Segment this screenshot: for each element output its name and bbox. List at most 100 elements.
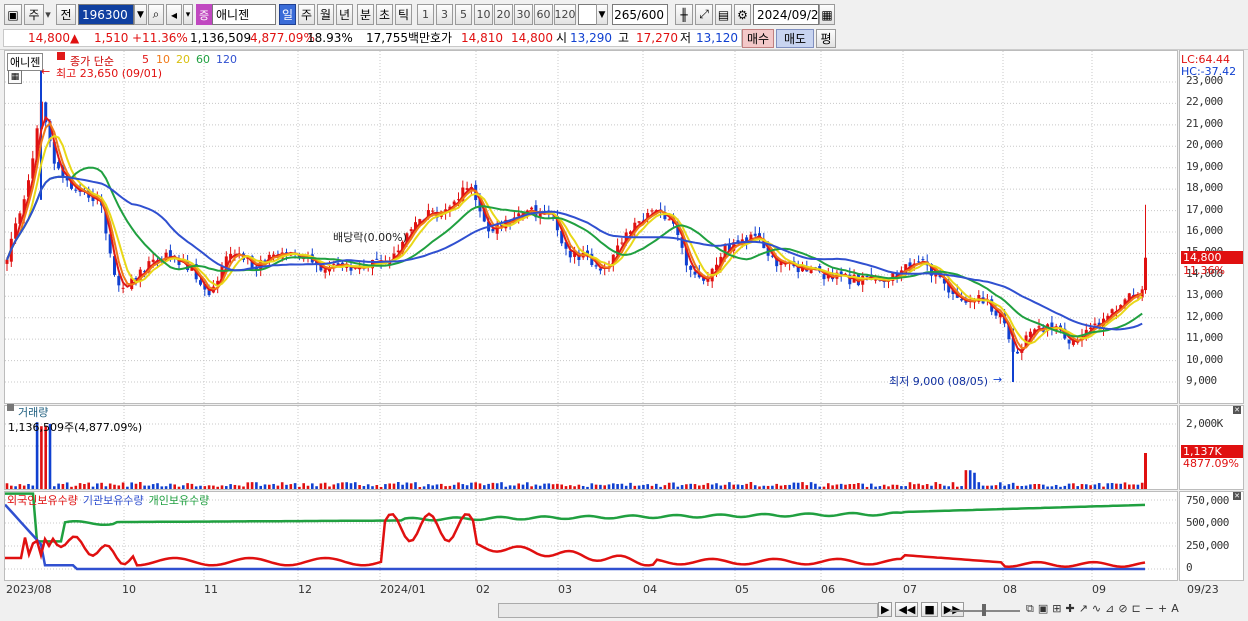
interval-60-button[interactable]: 60	[534, 4, 553, 25]
window-icon-small[interactable]: ⊞	[1052, 602, 1061, 616]
holdings-tick-0: 0	[1186, 561, 1193, 574]
volume-bar	[762, 485, 766, 489]
volume-bar	[1054, 484, 1058, 489]
market-all-button[interactable]: 전	[56, 4, 76, 25]
stock-code-input[interactable]: 196300	[78, 4, 134, 25]
volume-bar	[672, 482, 675, 489]
volume-bar	[336, 483, 340, 489]
chart-type-icon[interactable]: ╫	[675, 4, 693, 25]
volume-bar	[435, 484, 439, 489]
market-stock-button[interactable]: 주	[24, 4, 44, 25]
interval-3-button[interactable]: 3	[436, 4, 453, 25]
zoom-slider-handle[interactable]	[982, 604, 986, 616]
candle-body	[5, 259, 9, 264]
interval-5-button[interactable]: 5	[455, 4, 472, 25]
interval-dropdown-icon[interactable]: ▼	[596, 4, 608, 25]
volume-bar	[951, 482, 955, 489]
play-icon[interactable]: ▶	[878, 602, 893, 617]
date-input[interactable]: 2024/09/23	[753, 4, 826, 25]
dropdown-arrow-icon[interactable]: ▾	[44, 4, 52, 25]
volume-bar	[10, 485, 13, 489]
volume-bar	[422, 486, 426, 489]
volume-bar	[986, 485, 989, 489]
period-week-button[interactable]: 주	[298, 4, 315, 25]
x-label-05: 05	[735, 583, 749, 596]
bar-count-field[interactable]: 265/600	[612, 4, 668, 25]
volume-bar	[994, 485, 998, 489]
settings-gear-icon[interactable]: ⚙	[734, 4, 751, 25]
volume-bar	[78, 483, 82, 489]
period-minute-button[interactable]: 분	[357, 4, 374, 25]
volume-bar	[891, 484, 895, 489]
split-view-icon[interactable]: ⧉	[1026, 602, 1034, 616]
period-month-button[interactable]: 월	[317, 4, 334, 25]
pin-icon[interactable]: ⊏	[1132, 602, 1141, 616]
interval-30-button[interactable]: 30	[514, 4, 533, 25]
volume-bar	[1102, 486, 1105, 489]
volume-bar	[827, 483, 830, 489]
save-icon[interactable]: ▤	[715, 4, 732, 25]
rewind-icon[interactable]: ◀◀	[895, 602, 919, 617]
buy-button[interactable]: 매수	[742, 29, 774, 48]
trend-icon[interactable]: ↗	[1079, 602, 1088, 616]
stop-icon[interactable]: ■	[921, 602, 938, 617]
period-day-button[interactable]: 일	[279, 4, 296, 25]
code-dropdown-icon[interactable]: ▼	[134, 4, 147, 25]
volume-bar	[895, 484, 899, 489]
window-icon[interactable]: ▣	[4, 4, 22, 25]
volume-bar	[521, 484, 525, 489]
auto-scale-icon[interactable]: A	[1171, 602, 1179, 616]
search-icon[interactable]: ⌕	[148, 4, 164, 25]
drawing-tools-icon[interactable]: ⤢	[695, 4, 713, 25]
interval-1-button[interactable]: 1	[417, 4, 434, 25]
layout-icon[interactable]: ▣	[1038, 602, 1048, 616]
volume-bar	[1050, 486, 1054, 489]
link-icon[interactable]: ⊘	[1118, 602, 1127, 616]
volume-bar	[268, 484, 271, 489]
price-tick-label: 10,000	[1186, 352, 1223, 366]
cross-line-icon[interactable]: ✚	[1065, 602, 1074, 616]
volume-bar	[624, 485, 628, 489]
period-year-button[interactable]: 년	[336, 4, 353, 25]
volume-pane-close-icon[interactable]: ✕	[1233, 406, 1241, 414]
volume-bar	[126, 486, 129, 489]
candle-body	[491, 228, 495, 232]
volume-bar	[392, 483, 396, 489]
period-second-button[interactable]: 초	[376, 4, 393, 25]
volume-bar	[70, 486, 73, 489]
speaker-icon[interactable]: ◂	[166, 4, 182, 25]
x-label-12: 12	[298, 583, 312, 596]
calendar-icon[interactable]: ▦	[819, 4, 835, 25]
ruler-icon[interactable]: ⊿	[1105, 602, 1114, 616]
volume-bar	[1033, 484, 1036, 489]
average-button[interactable]: 평	[816, 29, 836, 48]
data-table-icon[interactable]: ▦	[8, 70, 22, 84]
volume-pane[interactable]	[4, 405, 1178, 490]
volume-bar	[538, 485, 542, 489]
period-tick-button[interactable]: 틱	[395, 4, 412, 25]
volume-bar	[1059, 486, 1062, 489]
volume-bar	[947, 486, 950, 489]
volume-bar	[388, 483, 391, 489]
holdings-pane-close-icon[interactable]: ✕	[1233, 492, 1241, 500]
stock-name-field[interactable]: 애니젠	[212, 4, 276, 25]
volume-bar	[1072, 483, 1075, 489]
volume-bar	[844, 484, 847, 489]
zoom-out-icon[interactable]: −	[1145, 602, 1154, 616]
volume-bar	[956, 486, 959, 489]
price-chart-pane[interactable]	[4, 50, 1178, 404]
wave-icon[interactable]: ∿	[1092, 602, 1101, 616]
interval-20-button[interactable]: 20	[494, 4, 513, 25]
volume-bar	[87, 482, 90, 489]
open-price: 13,290	[570, 31, 612, 45]
sell-button[interactable]: 매도	[776, 29, 814, 48]
volume-bar	[741, 485, 744, 489]
interval-120-button[interactable]: 120	[554, 4, 576, 25]
speaker-dropdown-icon[interactable]: ▾	[183, 4, 193, 25]
zoom-in-icon[interactable]: +	[1158, 602, 1167, 616]
volume-bar	[237, 485, 241, 489]
horizontal-scrollbar[interactable]	[498, 603, 878, 618]
volume-bar	[319, 483, 323, 489]
interval-10-button[interactable]: 10	[474, 4, 493, 25]
volume-bar	[1093, 484, 1097, 489]
